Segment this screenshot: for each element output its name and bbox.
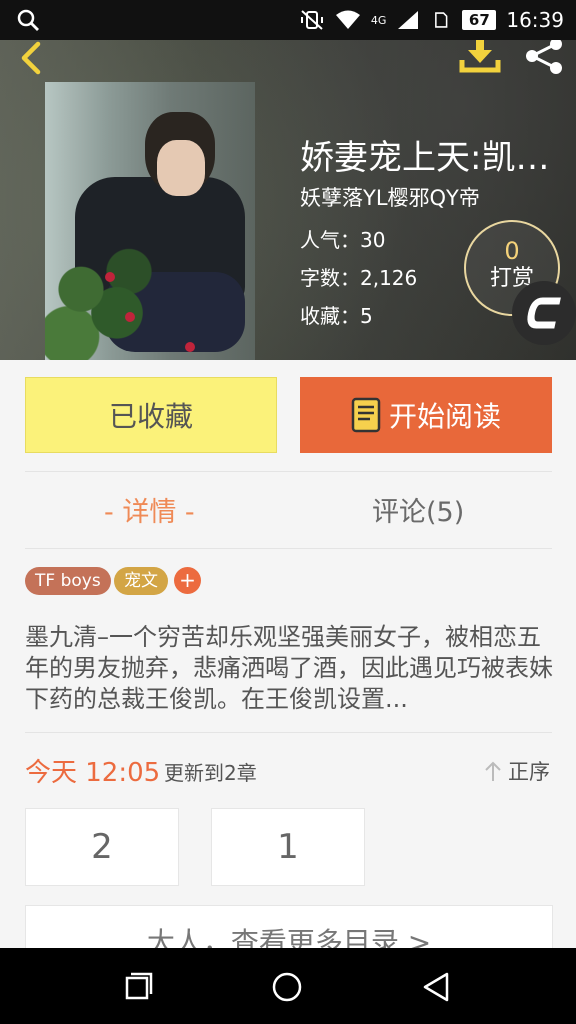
arrow-up-icon <box>485 761 501 781</box>
tip-count: 0 <box>504 237 520 265</box>
network-type: 4G <box>370 13 387 27</box>
favorites-stat: 收藏：5 <box>300 304 373 328</box>
sort-order-button[interactable]: 正序 <box>484 756 550 786</box>
popularity-stat: 人气：30 <box>300 228 386 252</box>
home-icon[interactable] <box>270 970 304 1004</box>
tag-pet-story[interactable]: 宠文 <box>114 567 168 595</box>
book-author[interactable]: 妖孽落YL樱邪QY帝 <box>300 182 480 212</box>
back-triangle-icon[interactable] <box>420 970 454 1004</box>
tab-comments[interactable]: 评论(5) <box>372 490 464 529</box>
chevron-left-icon[interactable] <box>14 40 50 76</box>
divider <box>25 732 552 733</box>
tag-tfboys[interactable]: TF boys <box>25 567 111 595</box>
c-logo-icon <box>527 297 561 329</box>
update-time: 今天 12:05 <box>25 758 161 788</box>
sim-icon <box>435 12 448 28</box>
chapter-item[interactable]: 1 <box>211 808 365 886</box>
start-reading-button[interactable]: 开始阅读 <box>300 377 552 453</box>
start-reading-label: 开始阅读 <box>388 400 501 433</box>
book-cover[interactable] <box>45 82 255 360</box>
tab-details[interactable]: - 详情 - <box>104 490 195 529</box>
cover-flower <box>105 272 115 282</box>
cover-flower <box>185 342 195 352</box>
download-icon[interactable] <box>456 40 504 76</box>
favorited-button[interactable]: 已收藏 <box>25 377 277 453</box>
share-icon[interactable] <box>520 40 568 76</box>
clock: 16:39 <box>506 8 564 32</box>
cover-figure-face <box>157 140 205 196</box>
update-info: 更新到2章 <box>164 761 257 785</box>
recent-apps-icon[interactable] <box>122 970 156 1004</box>
wifi-icon <box>335 10 360 29</box>
synopsis[interactable]: 墨九清–一个穷苦却乐观坚强美丽女子，被相恋五年的男友抛弃，悲痛洒喝了酒，因此遇见… <box>25 622 553 715</box>
book-icon <box>351 397 381 433</box>
book-title: 娇妻宠上天:凯家... <box>300 138 576 178</box>
status-bar: 4G 67 16:39 <box>0 0 576 40</box>
cover-flower <box>125 312 135 322</box>
vibrate-off-icon <box>300 10 323 30</box>
system-nav-bar <box>0 948 576 1024</box>
cover-plants <box>45 242 165 360</box>
chapter-item[interactable]: 2 <box>25 808 179 886</box>
word-count-stat: 字数：2,126 <box>300 266 418 290</box>
signal-icon <box>398 11 419 29</box>
sort-order-label: 正序 <box>508 760 550 784</box>
divider <box>25 471 552 472</box>
battery-indicator: 67 <box>462 10 497 30</box>
book-header: 娇妻宠上天:凯家... 妖孽落YL樱邪QY帝 人气：30 字数：2,126 收藏… <box>0 40 576 360</box>
search-icon[interactable] <box>16 8 40 32</box>
floating-c-button[interactable] <box>512 281 576 345</box>
add-tag-button[interactable]: + <box>174 567 201 594</box>
divider <box>25 548 552 549</box>
